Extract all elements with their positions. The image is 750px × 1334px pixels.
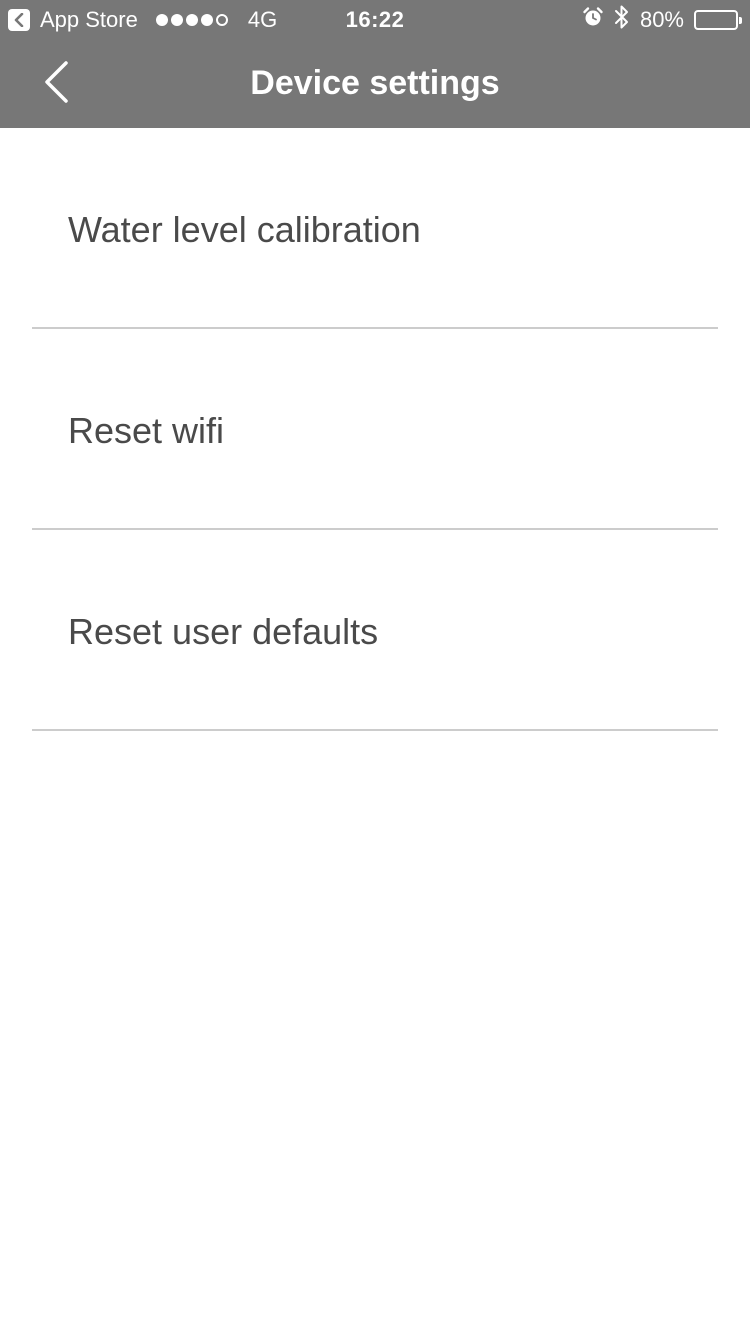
alarm-icon	[582, 6, 604, 34]
settings-item-label: Reset user defaults	[68, 610, 379, 652]
settings-item-reset-wifi[interactable]: Reset wifi	[32, 329, 718, 530]
settings-item-water-level-calibration[interactable]: Water level calibration	[32, 128, 718, 329]
bluetooth-icon	[614, 4, 630, 36]
status-bar-right: 80%	[582, 4, 742, 36]
navigation-bar: Device settings	[0, 40, 750, 128]
battery-nub	[739, 17, 742, 24]
settings-item-label: Water level calibration	[68, 208, 421, 250]
page-title: Device settings	[250, 64, 500, 102]
app-screen: App Store 4G 16:22 80% Device settings W…	[0, 0, 750, 1334]
battery-icon	[694, 10, 742, 30]
settings-item-reset-user-defaults[interactable]: Reset user defaults	[32, 530, 718, 731]
battery-percentage: 80%	[639, 7, 684, 32]
top-bar: App Store 4G 16:22 80% Device settings	[0, 0, 750, 128]
status-bar: App Store 4G 16:22 80%	[0, 0, 750, 40]
settings-item-label: Reset wifi	[68, 409, 225, 451]
settings-list: Water level calibration Reset wifi Reset…	[32, 128, 718, 731]
